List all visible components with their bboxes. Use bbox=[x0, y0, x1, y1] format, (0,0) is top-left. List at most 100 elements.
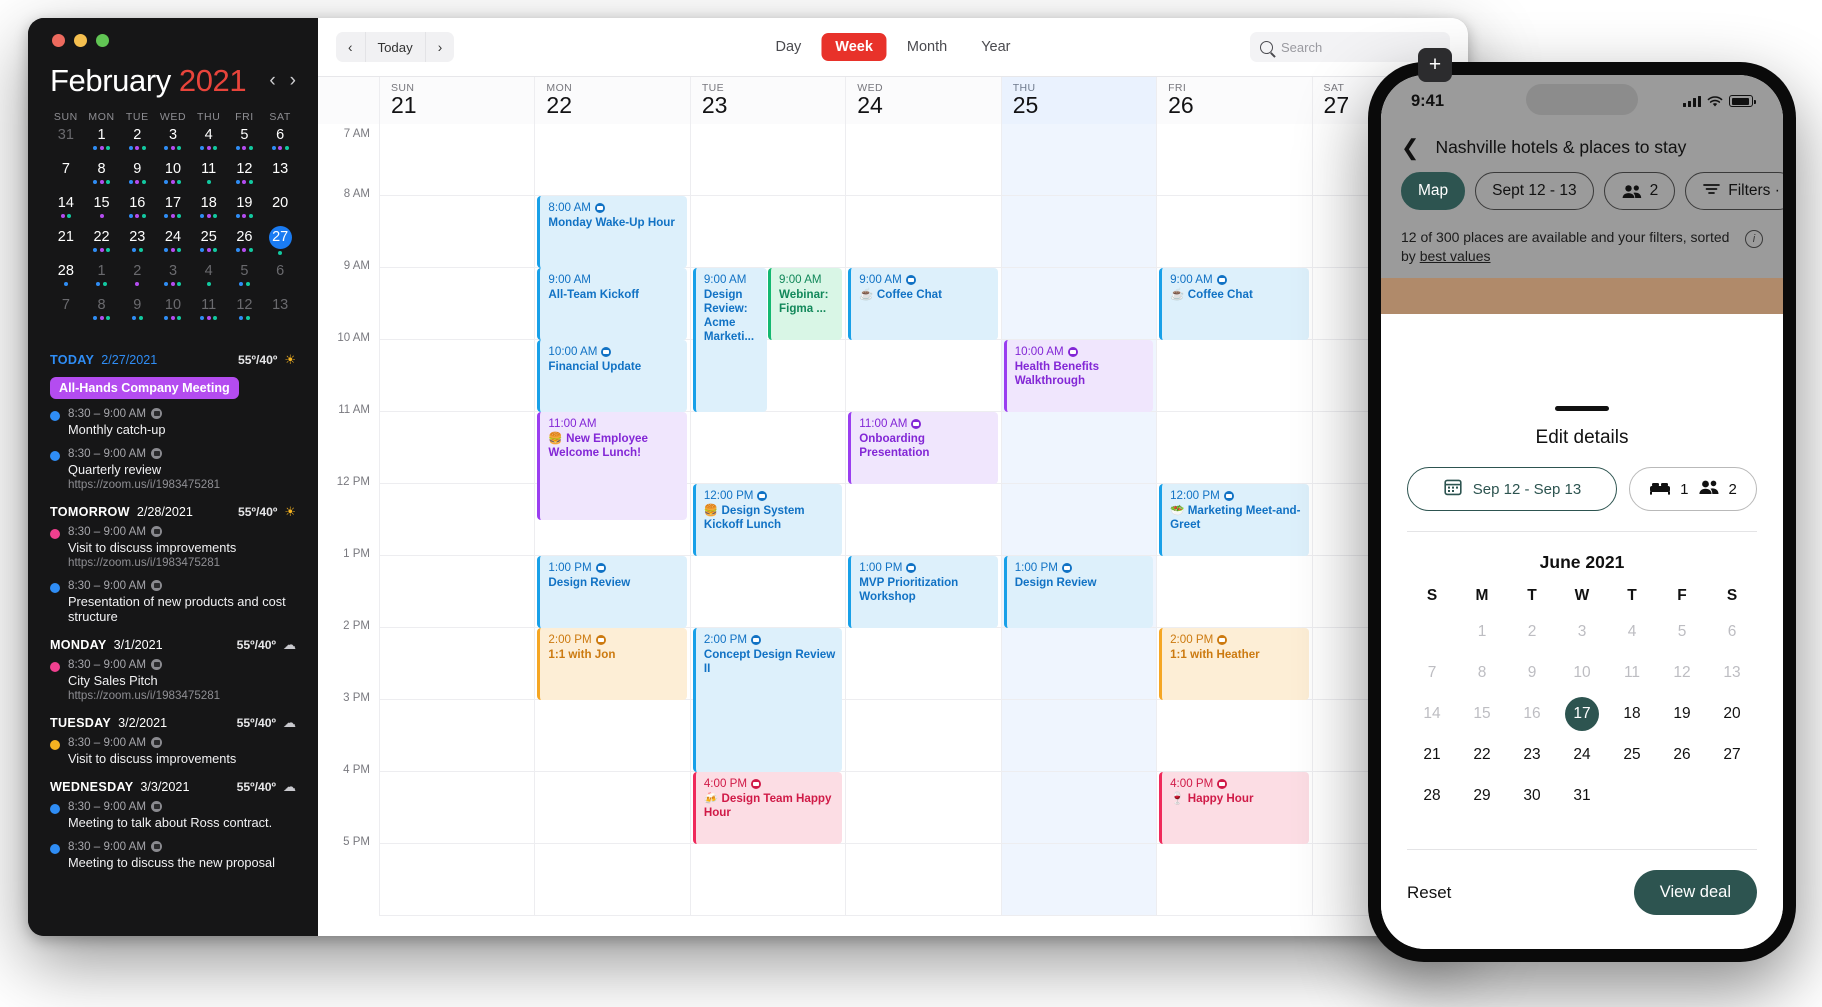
calendar-event[interactable]: 9:00 AM Design Review: Acme Marketi... bbox=[692, 268, 767, 412]
phone-day-cell[interactable]: 28 bbox=[1407, 775, 1457, 816]
today-button[interactable]: Today bbox=[364, 32, 426, 62]
search-input[interactable]: Search bbox=[1281, 40, 1322, 55]
mini-day-cell[interactable]: 24 bbox=[155, 229, 191, 261]
grid-cell[interactable] bbox=[1157, 700, 1312, 772]
mini-day-cell[interactable]: 25 bbox=[191, 229, 227, 261]
phone-day-cell[interactable]: 9 bbox=[1507, 652, 1557, 693]
grid-cell[interactable] bbox=[1001, 484, 1157, 556]
week-day-column[interactable]: 9:00 AM ☕ Coffee Chat 11:00 AM Onboarding P… bbox=[846, 124, 1002, 916]
back-icon[interactable]: ❮ bbox=[1401, 136, 1419, 158]
grid-cell[interactable] bbox=[690, 556, 846, 628]
sheet-grabber[interactable] bbox=[1555, 406, 1609, 411]
phone-day-cell[interactable]: 31 bbox=[1557, 775, 1607, 816]
week-day-column[interactable]: 9:00 AM Design Review: Acme Marketi... 9:0… bbox=[690, 124, 847, 916]
week-day-column-header[interactable]: WED 24 bbox=[846, 77, 1002, 124]
chevron-left-icon[interactable]: ‹ bbox=[269, 70, 275, 92]
week-day-column[interactable]: 8:00 AM Monday Wake-Up Hour 9:00 AM All-Tea… bbox=[535, 124, 691, 916]
mini-day-cell[interactable]: 6 bbox=[262, 127, 298, 159]
phone-calendar-grid[interactable]: 1 2 3 4 5 6 7 8 9 10 11 12 13 14 15 16 17 18 19 20 21 22 23 24 2… bbox=[1407, 611, 1757, 816]
mini-day-cell[interactable]: 8 bbox=[84, 161, 120, 193]
agenda-event[interactable]: 8:30 – 9:00 AM Visit to discuss improveme… bbox=[50, 736, 296, 766]
phone-day-cell[interactable]: 4 bbox=[1607, 611, 1657, 652]
mini-day-cell[interactable]: 9 bbox=[119, 297, 155, 329]
calendar-event[interactable]: 12:00 PM 🍔 Design System Kickoff Lunch bbox=[692, 484, 843, 556]
grid-cell[interactable] bbox=[690, 844, 846, 916]
phone-day-cell[interactable]: 29 bbox=[1457, 775, 1507, 816]
mini-day-cell[interactable]: 13 bbox=[262, 297, 298, 329]
phone-day-cell[interactable]: 14 bbox=[1407, 693, 1457, 734]
agenda-event[interactable]: 8:30 – 9:00 AM Monthly catch-up bbox=[50, 407, 296, 437]
mini-day-cell[interactable]: 23 bbox=[119, 229, 155, 261]
date-range-pill[interactable]: Sep 12 - Sep 13 bbox=[1407, 467, 1617, 511]
mini-day-cell[interactable]: 7 bbox=[48, 297, 84, 329]
mini-day-cell[interactable]: 5 bbox=[227, 127, 263, 159]
view-month-button[interactable]: Month bbox=[893, 33, 961, 61]
mini-day-cell[interactable]: 6 bbox=[262, 263, 298, 295]
grid-cell[interactable] bbox=[1001, 124, 1157, 196]
mini-day-cell[interactable]: 3 bbox=[155, 127, 191, 159]
grid-cell[interactable] bbox=[380, 844, 535, 916]
chip-filters[interactable]: Filters · bbox=[1685, 172, 1783, 210]
grid-cell[interactable] bbox=[1001, 844, 1157, 916]
phone-day-cell[interactable]: 19 bbox=[1657, 693, 1707, 734]
mini-day-cell[interactable]: 9 bbox=[119, 161, 155, 193]
mini-day-cell[interactable]: 17 bbox=[155, 195, 191, 227]
minimize-icon[interactable] bbox=[74, 34, 87, 47]
phone-day-cell[interactable]: 5 bbox=[1657, 611, 1707, 652]
grid-cell[interactable] bbox=[1157, 340, 1312, 412]
week-day-column[interactable]: 9:00 AM ☕ Coffee Chat 12:00 PM 🥗 Marketing … bbox=[1157, 124, 1313, 916]
agenda-event[interactable]: 8:30 – 9:00 AM City Sales Pitch https://zo… bbox=[50, 658, 296, 702]
phone-day-cell[interactable]: 21 bbox=[1407, 734, 1457, 775]
view-week-button[interactable]: Week bbox=[821, 33, 887, 61]
mini-day-cell[interactable]: 26 bbox=[227, 229, 263, 261]
phone-day-cell[interactable]: 22 bbox=[1457, 734, 1507, 775]
grid-cell[interactable] bbox=[690, 124, 846, 196]
grid-cell[interactable] bbox=[380, 124, 535, 196]
grid-cell[interactable] bbox=[690, 196, 846, 268]
mini-day-cell[interactable]: 18 bbox=[191, 195, 227, 227]
chip-sept-12-13[interactable]: Sept 12 - 13 bbox=[1475, 172, 1594, 210]
reset-button[interactable]: Reset bbox=[1407, 883, 1451, 903]
mini-day-cell[interactable]: 21 bbox=[48, 229, 84, 261]
calendar-event[interactable]: 1:00 PM MVP Prioritization Workshop bbox=[848, 556, 998, 628]
agenda-event-link[interactable]: https://zoom.us/i/1983475281 bbox=[68, 689, 296, 702]
grid-cell[interactable] bbox=[690, 412, 846, 484]
mini-day-cell[interactable]: 27 bbox=[262, 226, 298, 261]
mini-day-cell[interactable]: 8 bbox=[84, 297, 120, 329]
mini-day-cell[interactable]: 11 bbox=[191, 297, 227, 329]
grid-cell[interactable] bbox=[1157, 844, 1312, 916]
grid-cell[interactable] bbox=[380, 700, 535, 772]
rooms-guests-pill[interactable]: 1 2 bbox=[1629, 467, 1757, 511]
phone-day-cell[interactable]: 23 bbox=[1507, 734, 1557, 775]
phone-day-cell[interactable]: 3 bbox=[1557, 611, 1607, 652]
agenda-event[interactable]: 8:30 – 9:00 AM Visit to discuss improveme… bbox=[50, 525, 296, 569]
grid-cell[interactable] bbox=[1001, 268, 1157, 340]
grid-cell[interactable] bbox=[1001, 700, 1157, 772]
grid-cell[interactable] bbox=[380, 556, 535, 628]
calendar-event[interactable]: 1:00 PM Design Review bbox=[537, 556, 687, 628]
calendar-event[interactable]: 11:00 AM Onboarding Presentation bbox=[848, 412, 998, 484]
grid-cell[interactable] bbox=[1001, 412, 1157, 484]
phone-day-cell[interactable]: 10 bbox=[1557, 652, 1607, 693]
mini-day-cell[interactable]: 11 bbox=[191, 161, 227, 193]
agenda-event[interactable]: 8:30 – 9:00 AM Meeting to discuss the new… bbox=[50, 840, 296, 870]
week-grid-scroll[interactable]: 7 AM 8 AM 9 AM 10 AM 11 AM 12 PM 1 PM 2 PM 3 PM 4… bbox=[318, 124, 1468, 936]
grid-cell[interactable] bbox=[535, 772, 690, 844]
mini-day-cell[interactable]: 22 bbox=[84, 229, 120, 261]
phone-day-cell[interactable]: 25 bbox=[1607, 734, 1657, 775]
grid-cell[interactable] bbox=[1001, 772, 1157, 844]
grid-cell[interactable] bbox=[535, 124, 690, 196]
mini-day-cell[interactable]: 16 bbox=[119, 195, 155, 227]
phone-day-cell[interactable]: 20 bbox=[1707, 693, 1757, 734]
grid-cell[interactable] bbox=[535, 700, 690, 772]
grid-cell[interactable] bbox=[846, 484, 1001, 556]
mini-day-cell[interactable]: 10 bbox=[155, 297, 191, 329]
grid-cell[interactable] bbox=[1001, 196, 1157, 268]
mini-day-cell[interactable]: 2 bbox=[119, 127, 155, 159]
phone-day-cell[interactable]: 13 bbox=[1707, 652, 1757, 693]
calendar-event[interactable]: 1:00 PM Design Review bbox=[1003, 556, 1154, 628]
grid-cell[interactable] bbox=[380, 484, 535, 556]
phone-day-cell[interactable]: 11 bbox=[1607, 652, 1657, 693]
mini-day-cell[interactable]: 5 bbox=[227, 263, 263, 295]
calendar-event[interactable]: 10:00 AM Health Benefits Walkthrough bbox=[1003, 340, 1154, 412]
